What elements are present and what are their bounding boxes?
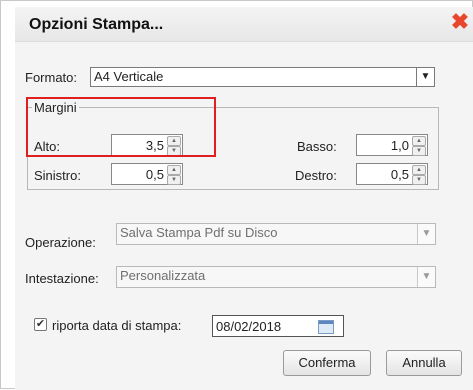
left-margin-spinner[interactable]: 0,5 ▲ ▼ bbox=[111, 163, 183, 185]
right-margin-value: 0,5 bbox=[390, 167, 409, 182]
print-date-label: riporta data di stampa: bbox=[52, 318, 182, 333]
print-date-checkbox[interactable]: ✔ bbox=[34, 318, 47, 331]
margins-highlight-box bbox=[26, 97, 216, 157]
format-label: Formato: bbox=[25, 70, 78, 85]
spinner-icon[interactable]: ▲ ▼ bbox=[412, 136, 426, 156]
format-value: A4 Verticale bbox=[94, 69, 164, 84]
format-select[interactable]: A4 Verticale ▼ bbox=[90, 67, 435, 87]
spinner-icon[interactable]: ▲ ▼ bbox=[412, 165, 426, 185]
right-margin-spinner[interactable]: 0,5 ▲ ▼ bbox=[356, 163, 428, 185]
operation-label: Operazione: bbox=[25, 235, 96, 250]
checkmark-icon: ✔ bbox=[35, 318, 46, 330]
dialog-title: Opzioni Stampa... bbox=[29, 16, 164, 33]
operation-select[interactable]: Salva Stampa Pdf su Disco ▼ bbox=[116, 223, 436, 245]
dialog-body: Formato: A4 Verticale ▼ Margini Alto: 3,… bbox=[15, 42, 473, 390]
header-label: Intestazione: bbox=[25, 271, 99, 286]
calendar-icon[interactable] bbox=[318, 320, 334, 334]
bottom-margin-spinner[interactable]: 1,0 ▲ ▼ bbox=[356, 134, 428, 156]
operation-value: Salva Stampa Pdf su Disco bbox=[120, 225, 278, 240]
print-date-value: 08/02/2018 bbox=[216, 319, 282, 334]
left-margin-value: 0,5 bbox=[145, 167, 164, 182]
chevron-down-icon[interactable]: ▼ bbox=[417, 267, 435, 287]
left-margin-label: Sinistro: bbox=[34, 168, 81, 183]
chevron-down-icon[interactable]: ▼ bbox=[416, 68, 434, 86]
close-icon[interactable]: ✖ bbox=[448, 10, 472, 34]
cancel-button[interactable]: Annulla bbox=[386, 350, 462, 376]
print-options-dialog: Opzioni Stampa... ✖ Formato: A4 Vertical… bbox=[0, 0, 473, 390]
bottom-margin-value: 1,0 bbox=[390, 138, 409, 153]
confirm-button[interactable]: Conferma bbox=[283, 350, 371, 376]
chevron-down-icon[interactable]: ▼ bbox=[417, 224, 435, 244]
bottom-margin-label: Basso: bbox=[297, 139, 337, 154]
header-select[interactable]: Personalizzata ▼ bbox=[116, 266, 436, 288]
spinner-icon[interactable]: ▲ ▼ bbox=[167, 165, 181, 185]
right-margin-label: Destro: bbox=[295, 168, 337, 183]
dialog-titlebar: Opzioni Stampa... ✖ bbox=[15, 7, 473, 42]
header-value: Personalizzata bbox=[120, 268, 206, 283]
